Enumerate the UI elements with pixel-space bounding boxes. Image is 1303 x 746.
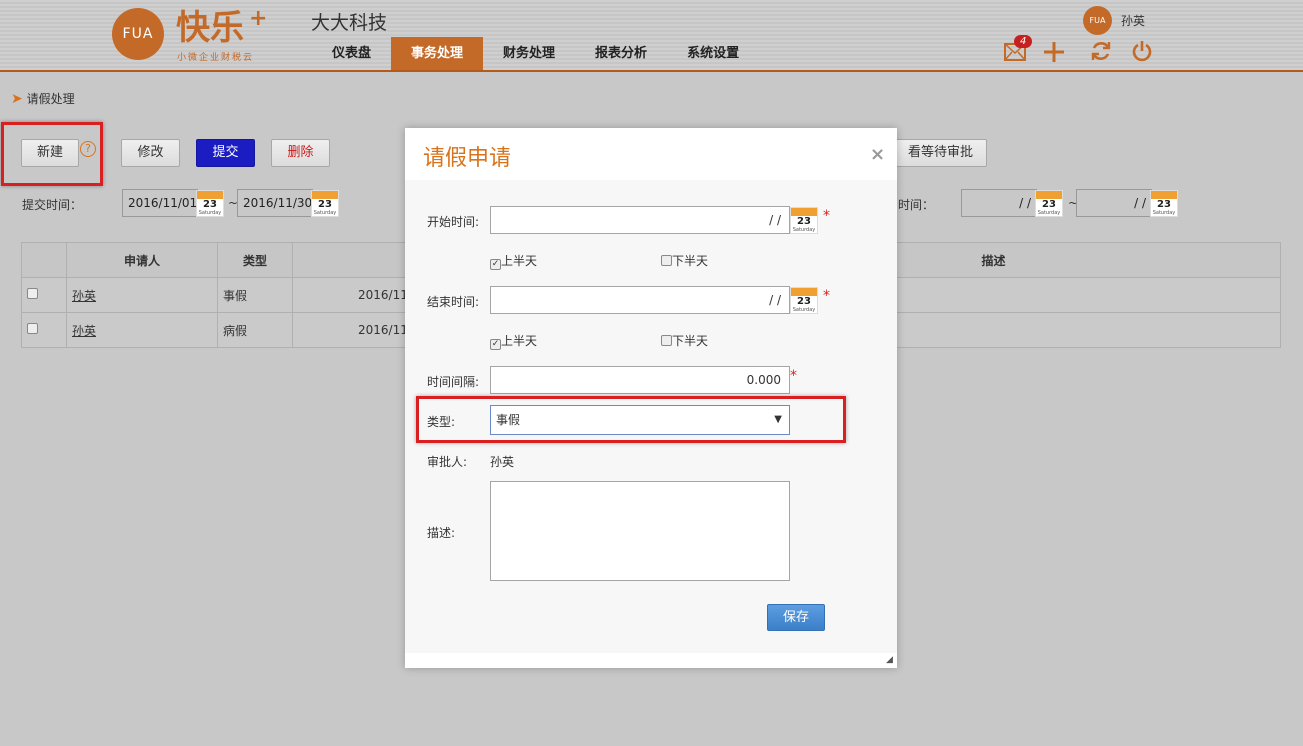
- dialog-title: 请假申请: [423, 146, 512, 171]
- start-first-half-checkbox[interactable]: ✓ 上半天: [490, 252, 537, 270]
- required-mark: *: [823, 208, 830, 224]
- dialog-body: 开始时间: / / 23 Saturday * ✓ 上半天 下半天 结束时间: / …: [405, 180, 897, 653]
- breadcrumb-label: 请假处理: [26, 92, 75, 106]
- add-icon[interactable]: [1043, 41, 1065, 63]
- caret-down-icon: ▼: [774, 414, 782, 425]
- save-button[interactable]: 保存: [767, 604, 825, 631]
- interval-label: 时间间隔:: [427, 375, 480, 389]
- main-nav: 仪表盘 事务处理 财务处理 报表分析 系统设置: [312, 37, 759, 70]
- end-time-input[interactable]: / /: [490, 286, 790, 314]
- date-from-input-2[interactable]: / /: [961, 189, 1037, 217]
- submit-time-label: 提交时间：: [22, 198, 83, 212]
- calendar-icon[interactable]: 23 Saturday: [790, 207, 818, 234]
- date-to-input[interactable]: 2016/11/30: [237, 189, 313, 217]
- logo-icon: FUA: [112, 8, 164, 60]
- date-to-input-2[interactable]: / /: [1076, 189, 1152, 217]
- calendar-icon[interactable]: 23 Saturday: [311, 190, 339, 217]
- type-cell: 事假: [217, 277, 293, 313]
- type-label: 类型:: [427, 415, 456, 429]
- applicant-link[interactable]: 孙英: [72, 289, 96, 303]
- checkbox-icon[interactable]: [661, 335, 672, 346]
- leave-request-dialog: 请假申请 × 开始时间: / / 23 Saturday * ✓ 上半天 下半天 结…: [405, 128, 897, 668]
- end-first-half-checkbox[interactable]: ✓ 上半天: [490, 332, 537, 350]
- calendar-icon[interactable]: 23 Saturday: [196, 190, 224, 217]
- nav-affairs[interactable]: 事务处理: [391, 37, 484, 70]
- brand-name: 快乐: [176, 8, 244, 48]
- edit-button[interactable]: 修改: [121, 139, 180, 167]
- help-icon[interactable]: ?: [80, 141, 96, 157]
- checkbox-checked-icon[interactable]: ✓: [490, 259, 501, 270]
- row-checkbox[interactable]: [27, 288, 38, 299]
- col-type: 类型: [217, 242, 293, 278]
- app-header: FUA 快乐 + 小微企业财税云 大大科技 仪表盘 事务处理 财务处理 报表分析…: [0, 0, 1303, 72]
- calendar-icon[interactable]: 23 Saturday: [1150, 190, 1178, 217]
- user-name[interactable]: 孙英: [1121, 12, 1145, 29]
- calendar-icon[interactable]: 23 Saturday: [790, 287, 818, 314]
- brand-subtitle: 小微企业财税云: [177, 53, 255, 63]
- date-from-input[interactable]: 2016/11/01: [122, 189, 198, 217]
- description-textarea[interactable]: [490, 481, 790, 581]
- nav-reports[interactable]: 报表分析: [575, 37, 667, 70]
- power-icon[interactable]: [1131, 40, 1153, 62]
- company-name: 大大科技: [311, 12, 388, 34]
- checkbox-checked-icon[interactable]: ✓: [490, 339, 501, 350]
- nav-finance[interactable]: 财务处理: [483, 37, 575, 70]
- row-select[interactable]: [21, 277, 67, 313]
- nav-dashboard[interactable]: 仪表盘: [312, 37, 391, 70]
- col-select: [21, 242, 67, 278]
- nav-settings[interactable]: 系统设置: [667, 37, 759, 70]
- approver-value: 孙英: [490, 455, 515, 469]
- new-button[interactable]: 新建: [21, 139, 79, 167]
- end-second-half-checkbox[interactable]: 下半天: [661, 332, 708, 349]
- row-checkbox[interactable]: [27, 323, 38, 334]
- type-cell: 病假: [217, 312, 293, 348]
- delete-button[interactable]: 删除: [271, 139, 330, 167]
- time-label-2: 时间：: [898, 198, 935, 212]
- breadcrumb: ➤ 请假处理: [11, 90, 75, 107]
- resize-handle-icon[interactable]: ◢: [886, 655, 893, 665]
- applicant-link[interactable]: 孙英: [72, 324, 96, 338]
- close-icon[interactable]: ×: [870, 144, 885, 165]
- type-select[interactable]: 事假 ▼: [490, 405, 790, 435]
- submit-button[interactable]: 提交: [196, 139, 255, 167]
- interval-input[interactable]: 0.000: [490, 366, 790, 394]
- row-select[interactable]: [21, 312, 67, 348]
- refresh-icon[interactable]: [1090, 40, 1112, 62]
- start-second-half-checkbox[interactable]: 下半天: [661, 252, 708, 269]
- mail-count-badge: 4: [1014, 35, 1033, 48]
- end-time-label: 结束时间:: [427, 295, 480, 309]
- start-time-label: 开始时间:: [427, 215, 480, 229]
- description-label: 描述:: [427, 526, 456, 540]
- avatar[interactable]: FUA: [1083, 6, 1112, 35]
- brand-plus: +: [249, 6, 268, 31]
- calendar-icon[interactable]: 23 Saturday: [1035, 190, 1063, 217]
- start-time-input[interactable]: / /: [490, 206, 790, 234]
- checkbox-icon[interactable]: [661, 255, 672, 266]
- approver-label: 审批人:: [427, 455, 468, 469]
- required-mark: *: [823, 288, 830, 304]
- required-mark: *: [790, 368, 797, 384]
- col-applicant: 申请人: [66, 242, 218, 278]
- arrow-right-icon: ➤: [11, 91, 23, 107]
